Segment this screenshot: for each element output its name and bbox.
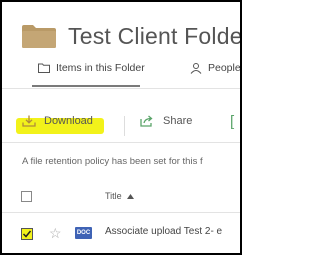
- file-title-link[interactable]: Associate upload Test 2- e: [105, 226, 222, 237]
- more-actions-icon[interactable]: [: [230, 113, 234, 130]
- page-title: Test Client Folder: [68, 23, 242, 49]
- tab-label: People: [208, 62, 241, 74]
- row-checkbox[interactable]: [21, 228, 33, 240]
- doc-type-label: DOC: [76, 230, 91, 236]
- retention-notice: A file retention policy has been set for…: [22, 156, 203, 167]
- doc-icon: DOC: [75, 227, 92, 239]
- folder-icon: [22, 25, 56, 48]
- star-icon[interactable]: ☆: [49, 225, 62, 242]
- toolbar-divider: [124, 116, 125, 136]
- tab-bar: Items in this Folder People: [2, 58, 241, 89]
- folder-outline-icon: [38, 63, 50, 73]
- download-button[interactable]: Download: [22, 115, 93, 127]
- people-icon: [190, 62, 202, 74]
- share-label: Share: [163, 115, 193, 127]
- window-frame: Test Client Folder Items in this Folder …: [0, 0, 242, 255]
- checkmark-icon: [22, 230, 32, 238]
- folder-header: Test Client Folder: [2, 2, 242, 54]
- tab-items-in-folder[interactable]: Items in this Folder: [38, 62, 145, 74]
- column-title-header[interactable]: Title: [105, 191, 134, 201]
- share-button[interactable]: Share: [140, 115, 192, 127]
- select-all-checkbox[interactable]: [21, 191, 32, 202]
- tab-people[interactable]: People: [190, 62, 241, 74]
- sort-up-icon: [126, 193, 134, 199]
- toolbar: Download Share [: [2, 102, 240, 143]
- tab-label: Items in this Folder: [56, 62, 145, 74]
- share-icon: [140, 115, 153, 127]
- column-title-label: Title: [105, 191, 122, 201]
- active-tab-indicator: [32, 85, 140, 87]
- download-icon: [22, 115, 36, 127]
- download-label: Download: [44, 115, 93, 127]
- table-header: Title: [2, 182, 240, 213]
- table-row[interactable]: ☆ DOC Associate upload Test 2- e: [2, 216, 240, 250]
